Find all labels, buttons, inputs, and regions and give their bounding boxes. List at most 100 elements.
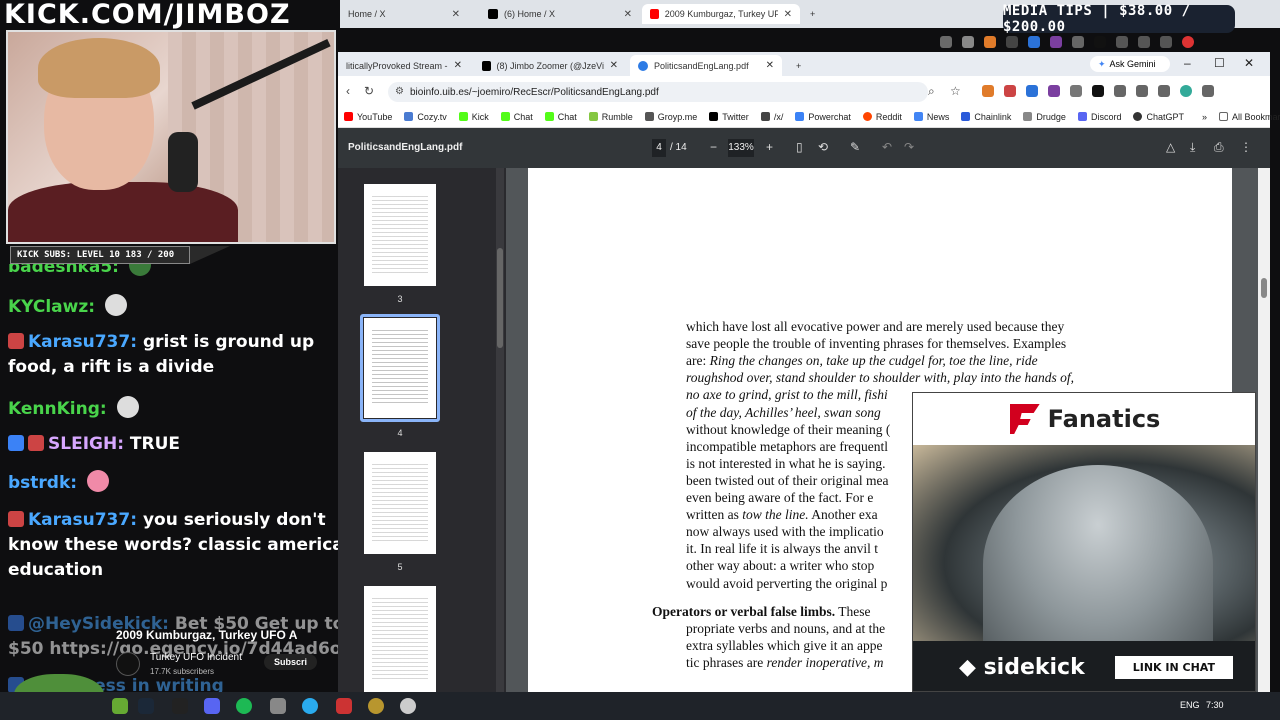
extension-icon[interactable] <box>1028 36 1040 48</box>
discord-icon[interactable] <box>204 698 220 714</box>
video-title[interactable]: 2009 Kumburgaz, Turkey UFO A <box>116 628 297 642</box>
bookmark-chat-1[interactable]: Chat <box>500 112 533 122</box>
page-scrollbar[interactable] <box>1258 168 1270 692</box>
all-bookmarks[interactable]: All Bookmarks <box>1219 112 1280 122</box>
thumbnail-page[interactable] <box>364 452 436 554</box>
close-icon[interactable]: ✕ <box>784 9 792 20</box>
tab-stream[interactable]: liticallyProvoked Stream - W ✕ <box>338 55 470 76</box>
print-icon[interactable]: ⎙ <box>1214 140 1224 155</box>
bookmark-groyp[interactable]: Groyp.me <box>644 112 697 122</box>
chat-username[interactable]: SLEIGH: <box>48 434 124 454</box>
bookmark-discord[interactable]: Discord <box>1077 112 1121 122</box>
extension-icon[interactable] <box>1026 85 1038 97</box>
subscribe-button[interactable]: Subscri <box>264 654 318 670</box>
puzzle-icon[interactable] <box>1116 36 1128 48</box>
bookmark-chainlink[interactable]: Chainlink <box>961 112 1011 122</box>
ask-gemini-button[interactable]: ✦ Ask Gemini <box>1090 56 1170 72</box>
bookmark-powerchat[interactable]: Powerchat <box>795 112 851 122</box>
fit-page-icon[interactable]: ▯ <box>796 140 803 154</box>
bookmarks-overflow[interactable]: » <box>1202 112 1207 122</box>
reload-icon[interactable]: ↻ <box>364 84 374 98</box>
menu-icon[interactable] <box>1158 85 1170 97</box>
rotate-icon[interactable]: ⟲ <box>818 140 828 154</box>
close-icon[interactable]: ✕ <box>624 9 632 20</box>
extension-icon[interactable] <box>1048 85 1060 97</box>
zoom-out-icon[interactable]: − <box>710 140 717 154</box>
metamask-icon[interactable] <box>982 85 994 97</box>
bg-tab-3[interactable]: 2009 Kumburgaz, Turkey UFO A ✕ <box>642 4 800 24</box>
close-icon[interactable]: ✕ <box>454 60 462 71</box>
chat-username[interactable]: Karasu737: <box>28 510 137 530</box>
bookmark-chatgpt[interactable]: ChatGPT <box>1133 112 1184 122</box>
puzzle-icon[interactable] <box>1114 85 1126 97</box>
new-tab-button[interactable]: + <box>788 55 808 76</box>
menu-icon[interactable] <box>1160 36 1172 48</box>
bookmark-news[interactable]: News <box>913 112 949 122</box>
close-window-icon[interactable]: ✕ <box>1244 56 1254 70</box>
bookmark-star-icon[interactable]: ☆ <box>950 84 961 98</box>
zoom-level[interactable]: 133% <box>728 139 754 157</box>
extension-icon[interactable] <box>1136 85 1148 97</box>
bg-tab-1[interactable]: Home / X ✕ <box>340 4 468 24</box>
avatar[interactable] <box>1182 36 1194 48</box>
app-icon[interactable] <box>336 698 352 714</box>
clock[interactable]: 7:30 <box>1206 700 1224 710</box>
steam-icon[interactable] <box>138 698 154 714</box>
bookmark-rumble[interactable]: Rumble <box>588 112 633 122</box>
tab-x-profile[interactable]: (8) Jimbo Zoomer (@JzeViewin ✕ <box>474 55 626 76</box>
url-field[interactable]: ⚙ bioinfo.uib.es/~joemiro/RecEscr/Politi… <box>388 82 928 102</box>
new-tab-button[interactable]: + <box>802 4 822 24</box>
app-icon[interactable] <box>270 698 286 714</box>
extension-icon[interactable] <box>1138 36 1150 48</box>
extension-icon[interactable] <box>1072 36 1084 48</box>
chat-username[interactable]: KYClawz: <box>8 297 95 317</box>
maximize-icon[interactable]: ☐ <box>1214 56 1225 70</box>
page-number-input[interactable]: 4 <box>652 139 666 157</box>
annotate-icon[interactable]: ✎ <box>850 140 860 154</box>
bookmark-chat-2[interactable]: Chat <box>544 112 577 122</box>
channel-name[interactable]: Turkey UFO Incident <box>150 652 242 663</box>
x-icon[interactable] <box>1092 85 1104 97</box>
bookmark-reddit[interactable]: Reddit <box>862 112 902 122</box>
chat-username[interactable]: KennKing: <box>8 399 107 419</box>
chat-username[interactable]: bstrdk: <box>8 473 77 493</box>
bg-tab-2[interactable]: (6) Home / X ✕ <box>480 4 640 24</box>
telegram-icon[interactable] <box>302 698 318 714</box>
zoom-icon[interactable]: ⌕ <box>928 84 935 99</box>
star-icon[interactable] <box>962 36 974 48</box>
close-icon[interactable]: ✕ <box>452 9 460 20</box>
back-icon[interactable]: ‹ <box>346 84 350 98</box>
language-indicator[interactable]: ENG <box>1180 700 1200 710</box>
avatar[interactable] <box>1180 85 1192 97</box>
bookmark-kick[interactable]: Kick <box>458 112 489 122</box>
bookmark-twitter[interactable]: Twitter <box>709 112 749 122</box>
app-icon[interactable] <box>400 698 416 714</box>
channel-avatar[interactable] <box>116 652 140 676</box>
bookmark-cozytv[interactable]: Cozy.tv <box>404 112 447 122</box>
download-icon[interactable]: ⤓ <box>1190 140 1195 155</box>
x-icon[interactable] <box>1094 36 1106 48</box>
terminal-icon[interactable] <box>172 698 188 714</box>
tab-pdf[interactable]: PoliticsandEngLang.pdf ✕ <box>630 55 782 76</box>
undo-icon[interactable]: ↶ <box>882 140 892 154</box>
thumbnail-page[interactable] <box>364 586 436 692</box>
site-info-icon[interactable]: ⚙ <box>395 86 404 97</box>
bookmark-x-board[interactable]: /x/ <box>760 112 783 122</box>
close-icon[interactable]: ✕ <box>766 60 774 71</box>
youtube-video-card[interactable]: 2009 Kumburgaz, Turkey UFO A Turkey UFO … <box>110 624 318 682</box>
shield-icon[interactable] <box>1006 36 1018 48</box>
more-icon[interactable] <box>1202 85 1214 97</box>
drive-icon[interactable]: △ <box>1166 140 1175 154</box>
extension-icon[interactable] <box>940 36 952 48</box>
thumbnail-page[interactable] <box>364 184 436 286</box>
chat-username[interactable]: badeshka5: <box>8 264 119 277</box>
app-icon[interactable] <box>368 698 384 714</box>
redo-icon[interactable]: ↷ <box>904 140 914 154</box>
extension-icon[interactable] <box>1050 36 1062 48</box>
extension-icon[interactable] <box>1070 85 1082 97</box>
chat-username[interactable]: Karasu737: <box>28 332 137 352</box>
extension-icon[interactable] <box>1004 85 1016 97</box>
bookmark-drudge[interactable]: Drudge <box>1023 112 1066 122</box>
metamask-icon[interactable] <box>984 36 996 48</box>
spotify-icon[interactable] <box>236 698 252 714</box>
